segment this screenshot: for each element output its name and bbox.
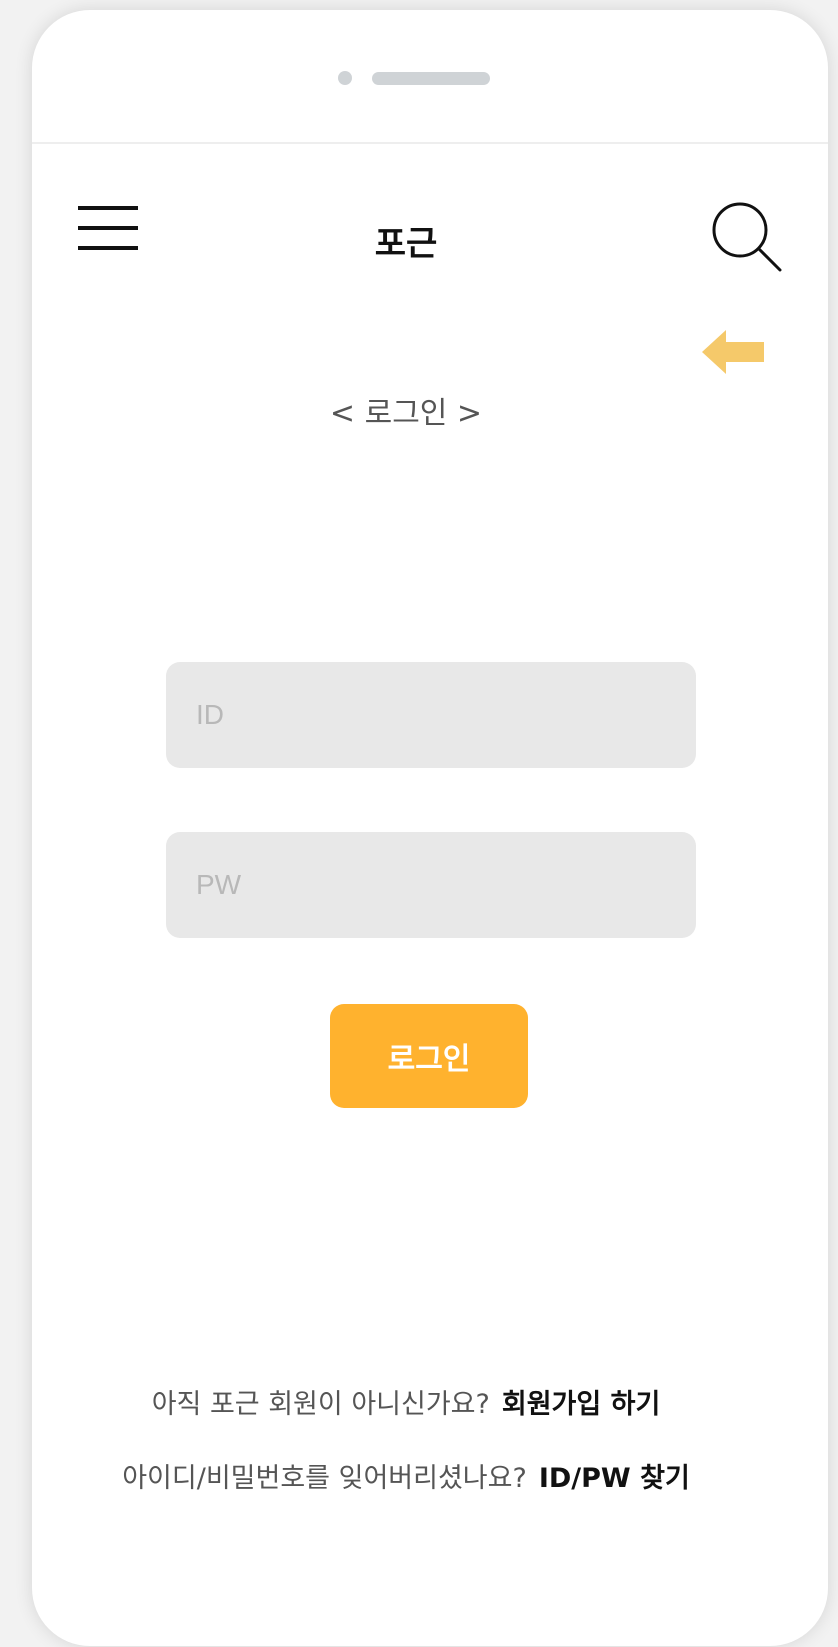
signup-prompt-text: 아직 포근 회원이 아니신가요?: [151, 1389, 490, 1420]
login-heading: < 로그인 >: [329, 396, 483, 431]
search-icon[interactable]: [708, 198, 784, 274]
password-input[interactable]: [166, 832, 696, 938]
login-button[interactable]: 로그인: [330, 1004, 528, 1108]
find-account-line: 아이디/비밀번호를 잊어버리셨나요? ID/PW 찾기: [32, 1456, 804, 1495]
page-title: 포근: [374, 224, 438, 264]
camera-dot: [338, 71, 352, 85]
find-prompt-text: 아이디/비밀번호를 잊어버리셨나요?: [122, 1463, 527, 1494]
speaker-grille: [372, 72, 490, 85]
id-input[interactable]: [166, 662, 696, 768]
status-bar: [32, 10, 828, 144]
back-arrow-icon[interactable]: [702, 328, 766, 376]
phone-frame: 포근 < 로그인 > 로그인 아직 포근 회원이 아니신가요? 회원가입 하기 아…: [32, 10, 828, 1646]
signup-prompt-line: 아직 포근 회원이 아니신가요? 회원가입 하기: [32, 1382, 804, 1421]
signup-link[interactable]: 회원가입 하기: [502, 1389, 660, 1420]
find-id-pw-link[interactable]: ID/PW 찾기: [539, 1463, 690, 1494]
